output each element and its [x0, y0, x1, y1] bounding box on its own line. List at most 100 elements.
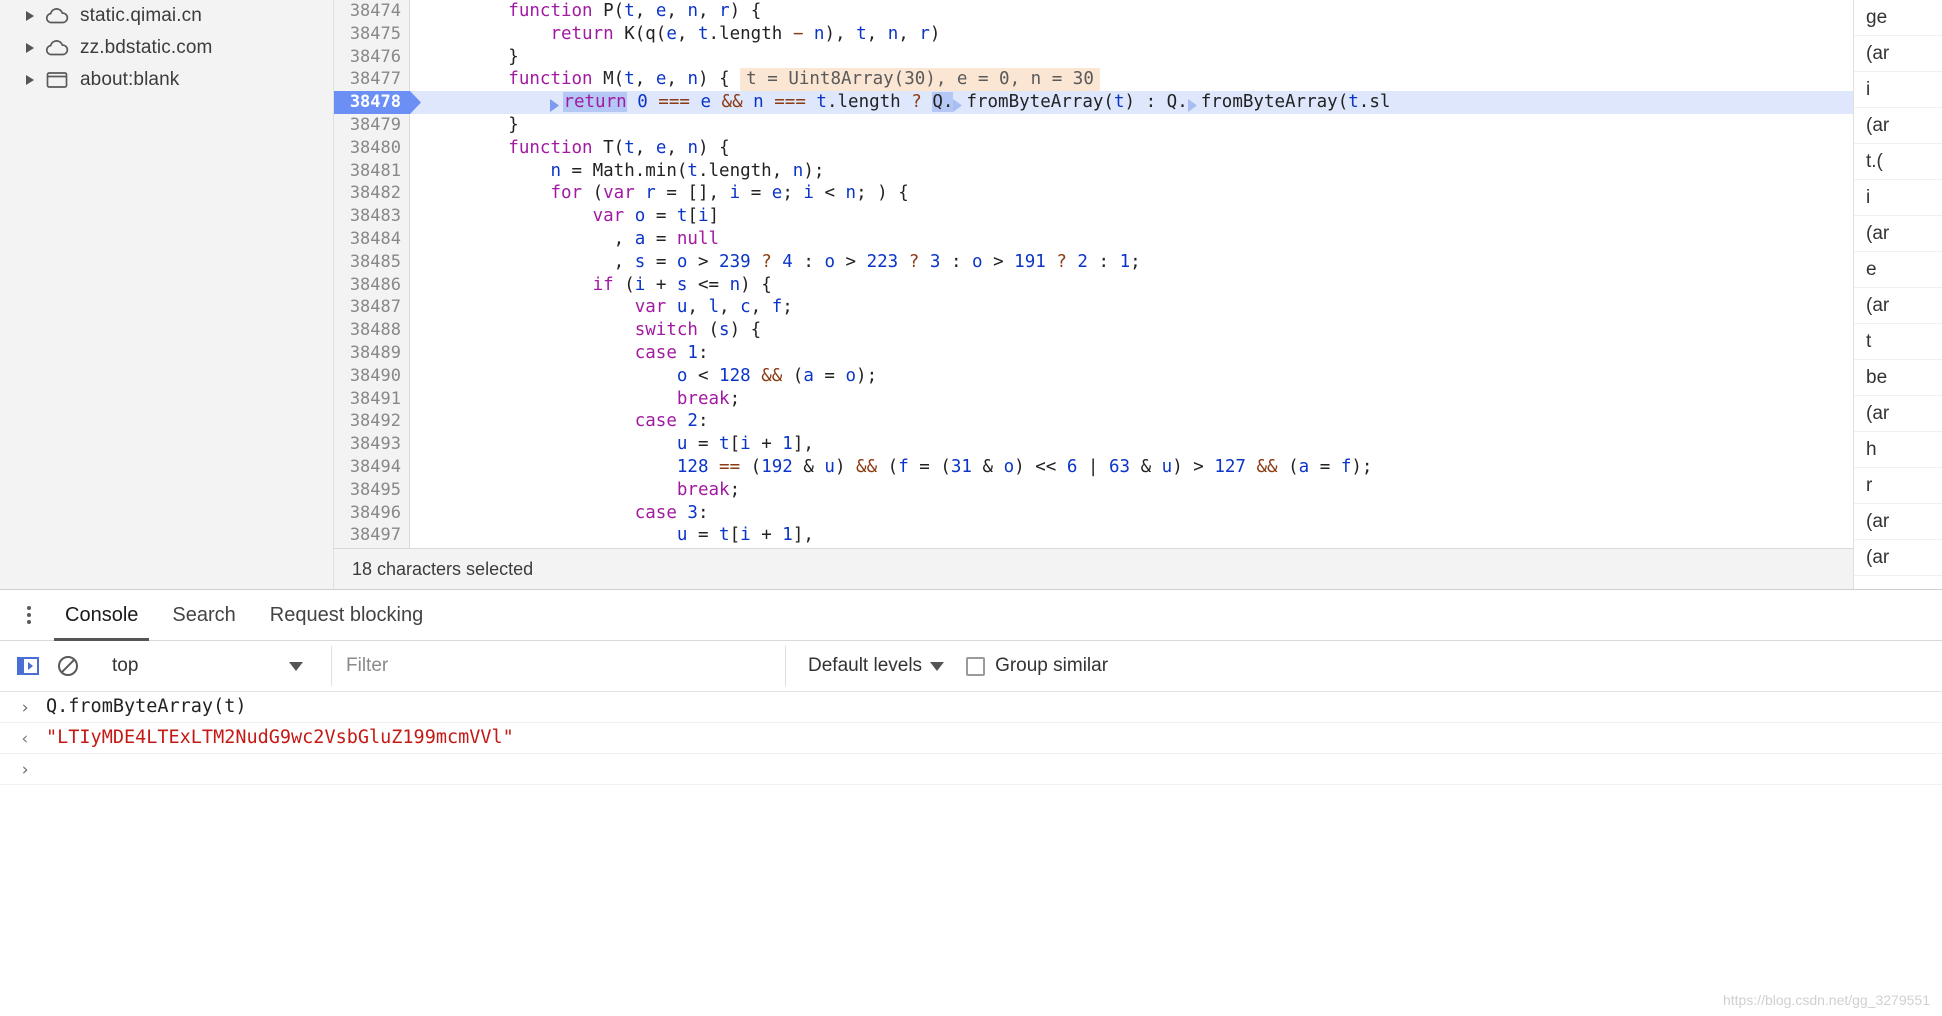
line-number[interactable]: 38495 — [334, 479, 410, 502]
code-line-text: case 2: — [634, 411, 709, 432]
code-line[interactable]: 38484 , a = null — [334, 228, 1853, 251]
line-number[interactable]: 38486 — [334, 274, 410, 297]
group-similar-checkbox[interactable] — [966, 656, 986, 676]
expand-triangle-icon[interactable] — [22, 72, 38, 88]
code-line[interactable]: 38492 case 2: — [334, 410, 1853, 433]
code-line[interactable]: 38495 break; — [334, 479, 1853, 502]
expand-triangle-icon[interactable] — [22, 40, 38, 56]
line-number[interactable]: 38493 — [334, 433, 410, 456]
code-line[interactable]: 38491 break; — [334, 388, 1853, 411]
inline-expand-icon[interactable] — [1187, 97, 1201, 112]
code-line[interactable]: 38488 switch (s) { — [334, 319, 1853, 342]
code-line[interactable]: 38485 , s = o > 239 ? 4 : o > 223 ? 3 : … — [334, 251, 1853, 274]
console-message-text: Q.fromByteArray(t) — [46, 696, 247, 717]
line-number[interactable]: 38491 — [334, 388, 410, 411]
debugger-scope-row[interactable]: i — [1854, 72, 1942, 108]
code-line[interactable]: 38476 } — [334, 46, 1853, 69]
expand-triangle-icon[interactable] — [22, 8, 38, 24]
code-line[interactable]: 38477 function M(t, e, n) { t = Uint8Arr… — [334, 68, 1853, 92]
line-number[interactable]: 38479 — [334, 114, 410, 137]
line-number[interactable]: 38482 — [334, 182, 410, 205]
debugger-scope-row[interactable]: h — [1854, 432, 1942, 468]
code-line[interactable]: 38489 case 1: — [334, 342, 1853, 365]
code-line[interactable]: 38486 if (i + s <= n) { — [334, 274, 1853, 297]
debugger-scope-row[interactable]: ge — [1854, 0, 1942, 36]
debugger-scope-row[interactable]: (ar — [1854, 108, 1942, 144]
more-options-icon[interactable] — [10, 596, 48, 634]
code-line-executing[interactable]: 38478 return 0 === e && n === t.length ?… — [334, 91, 1853, 115]
devtools-window: static.qimai.cn zz.bdstatic.com about:blan… — [0, 0, 1942, 1016]
line-number[interactable]: 38475 — [334, 23, 410, 46]
line-number[interactable]: 38485 — [334, 251, 410, 274]
line-number[interactable]: 38483 — [334, 205, 410, 228]
code-line[interactable]: 38483 var o = t[i] — [334, 205, 1853, 228]
inline-variable-annotation: t = Uint8Array(30), e = 0, n = 30 — [740, 68, 1100, 92]
code-line-text: , s = o > 239 ? 4 : o > 223 ? 3 : o > 19… — [613, 251, 1141, 272]
code-line[interactable]: 38475 return K(q(e, t.length − n), t, n,… — [334, 23, 1853, 46]
line-number[interactable]: 38490 — [334, 365, 410, 388]
step-into-arrow-icon[interactable] — [550, 97, 563, 112]
drawer-tab-request-blocking[interactable]: Request blocking — [253, 590, 440, 641]
line-number[interactable]: 38477 — [334, 68, 410, 91]
debugger-scope-row[interactable]: (ar — [1854, 396, 1942, 432]
code-line[interactable]: 38494 128 == (192 & u) && (f = (31 & o) … — [334, 456, 1853, 479]
line-number[interactable]: 38484 — [334, 228, 410, 251]
code-line-text: function T(t, e, n) { — [508, 137, 730, 158]
code-line-text: for (var r = [], i = e; i < n; ) { — [550, 183, 909, 204]
code-line[interactable]: 38497 u = t[i + 1], — [334, 524, 1853, 547]
line-number[interactable]: 38488 — [334, 319, 410, 342]
line-number[interactable]: 38478 — [334, 91, 421, 115]
line-number[interactable]: 38487 — [334, 296, 410, 319]
debugger-scope-row[interactable]: e — [1854, 252, 1942, 288]
debugger-scope-row[interactable]: (ar — [1854, 216, 1942, 252]
selection-status-bar: 18 characters selected — [334, 548, 1853, 589]
console-sidebar-toggle-icon[interactable] — [8, 646, 48, 686]
line-number[interactable]: 38489 — [334, 342, 410, 365]
group-similar-label: Group similar — [995, 655, 1109, 676]
debugger-scope-row[interactable]: i — [1854, 180, 1942, 216]
line-number[interactable]: 38492 — [334, 410, 410, 433]
line-number[interactable]: 38496 — [334, 502, 410, 525]
line-number[interactable]: 38476 — [334, 46, 410, 69]
debugger-scope-row[interactable]: be — [1854, 360, 1942, 396]
line-number[interactable]: 38494 — [334, 456, 410, 479]
console-filter-box[interactable] — [331, 646, 786, 686]
debugger-scope-row[interactable]: t — [1854, 324, 1942, 360]
group-similar-toggle[interactable]: Group similar — [966, 646, 1108, 686]
debugger-scope-row[interactable]: (ar — [1854, 540, 1942, 576]
code-scroll-area[interactable]: 38474 function P(t, e, n, r) {38475 retu… — [334, 0, 1853, 548]
line-number[interactable]: 38480 — [334, 137, 410, 160]
code-line[interactable]: 38496 case 3: — [334, 502, 1853, 525]
code-line[interactable]: 38493 u = t[i + 1], — [334, 433, 1853, 456]
log-levels-selector[interactable]: Default levels — [808, 646, 945, 686]
debugger-scope-row[interactable]: r — [1854, 468, 1942, 504]
code-line[interactable]: 38487 var u, l, c, f; — [334, 296, 1853, 319]
clear-console-icon[interactable] — [48, 646, 88, 686]
navigator-item[interactable]: static.qimai.cn — [0, 0, 333, 32]
navigator-item[interactable]: about:blank — [0, 64, 333, 96]
console-prompt-row[interactable]: › — [0, 754, 1942, 785]
code-line[interactable]: 38474 function P(t, e, n, r) { — [334, 0, 1853, 23]
code-line[interactable]: 38479 } — [334, 114, 1853, 137]
console-message-list[interactable]: › Q.fromByteArray(t) ‹ "LTIyMDE4LTExLTM2Nud… — [0, 692, 1942, 1016]
execution-context-selector[interactable]: top — [96, 646, 321, 686]
debugger-scope-list: ge (ar i (ar t.(i (ar e (ar t be (ar h r (ar (ar — [1854, 0, 1942, 576]
drawer-tab-console[interactable]: Console — [48, 590, 155, 641]
console-drawer: Console Search Request blocking top Filt… — [0, 589, 1942, 1016]
line-number[interactable]: 38474 — [334, 0, 410, 23]
debugger-scope-row[interactable]: (ar — [1854, 288, 1942, 324]
debugger-scope-row[interactable]: (ar — [1854, 504, 1942, 540]
console-filter-input[interactable] — [344, 654, 785, 678]
code-line[interactable]: 38482 for (var r = [], i = e; i < n; ) { — [334, 182, 1853, 205]
code-line[interactable]: 38480 function T(t, e, n) { — [334, 137, 1853, 160]
debugger-scope-row[interactable]: (ar — [1854, 36, 1942, 72]
navigator-item[interactable]: zz.bdstatic.com — [0, 32, 333, 64]
inline-expand-icon[interactable] — [953, 97, 966, 112]
code-line[interactable]: 38490 o < 128 && (a = o); — [334, 365, 1853, 388]
code-line[interactable]: 38481 n = Math.min(t.length, n); — [334, 160, 1853, 183]
line-number[interactable]: 38497 — [334, 524, 410, 547]
line-number[interactable]: 38481 — [334, 160, 410, 183]
debugger-scope-row[interactable]: t.( — [1854, 144, 1942, 180]
drawer-tab-search[interactable]: Search — [155, 590, 252, 641]
code-lines[interactable]: 38474 function P(t, e, n, r) {38475 retu… — [334, 0, 1853, 547]
